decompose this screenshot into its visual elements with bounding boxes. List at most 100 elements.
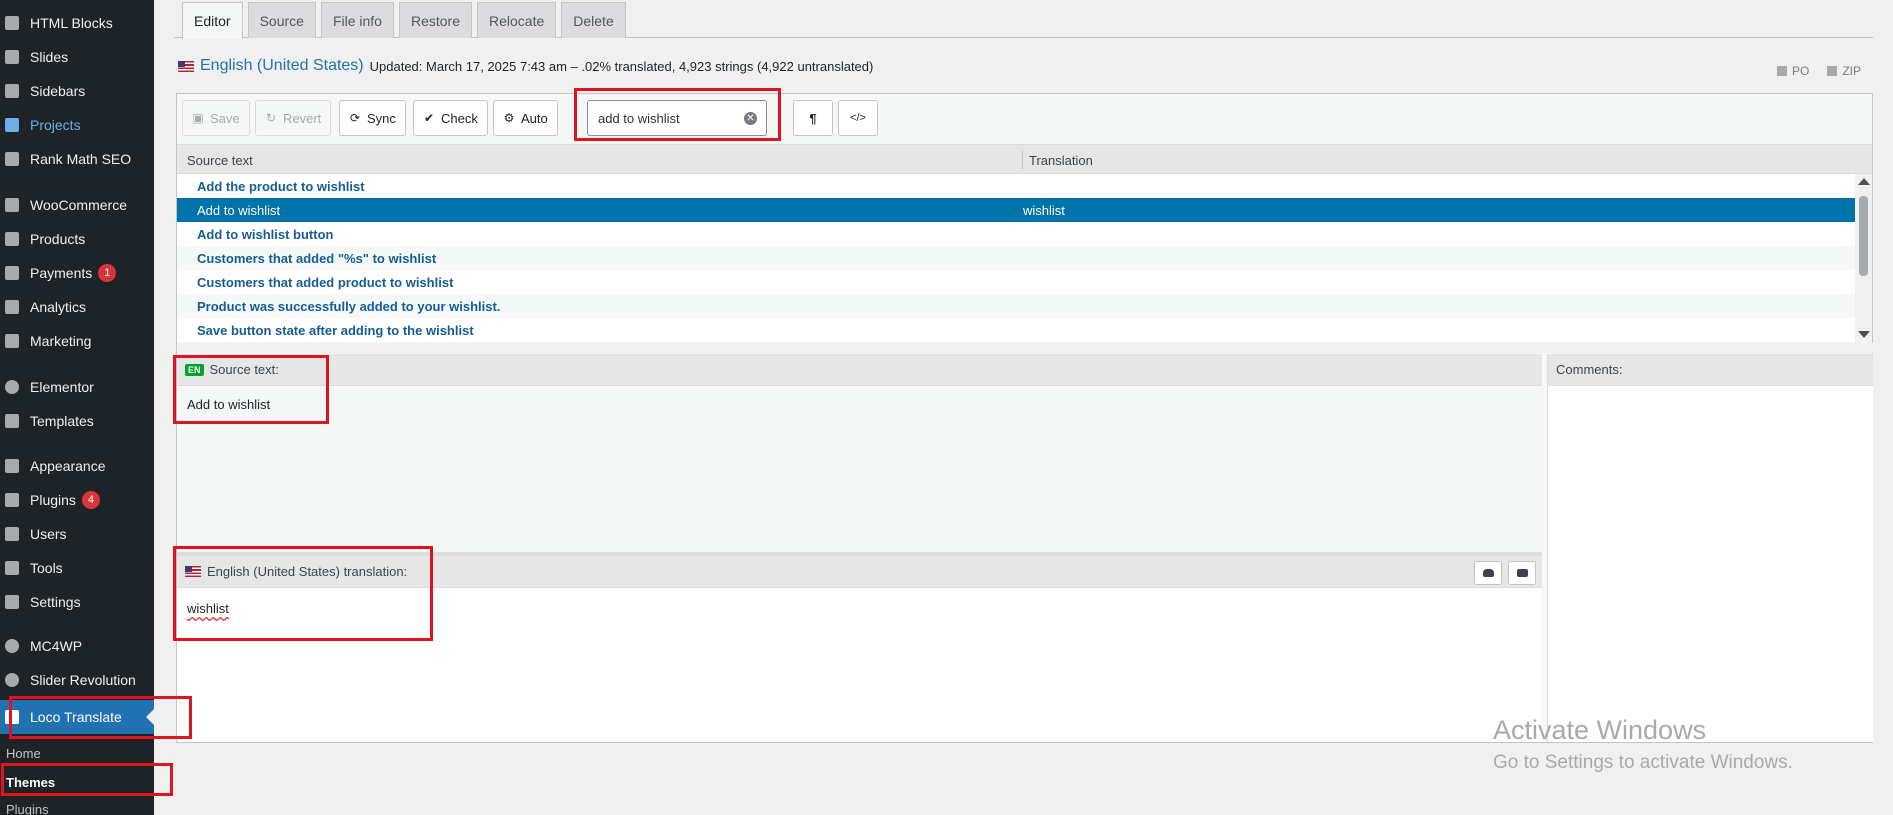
save-icon: ▣ <box>192 111 204 125</box>
submenu-item-themes[interactable]: Themes <box>6 775 55 790</box>
us-flag-icon <box>178 60 194 72</box>
sidebar-item-label: Tools <box>30 560 63 576</box>
settings-icon <box>5 595 19 609</box>
translation-textarea[interactable]: wishlist <box>187 601 229 616</box>
analytics-icon <box>5 300 19 314</box>
download-links: PO ZIP <box>1776 64 1861 78</box>
toggle-code-view-button[interactable]: </> <box>838 100 878 136</box>
string-list-scrollbar[interactable] <box>1855 174 1872 342</box>
scroll-up-arrow-icon[interactable] <box>1858 178 1870 185</box>
sidebar-item-label: Slides <box>30 49 69 65</box>
filter-input[interactable]: add to wishlist ✕ <box>587 100 767 136</box>
watermark-subtitle: Go to Settings to activate Windows. <box>1493 752 1793 773</box>
string-row-selected[interactable]: Add to wishlist wishlist <box>177 198 1857 222</box>
revert-button[interactable]: ↻ Revert <box>255 100 332 136</box>
rank-math-icon <box>5 152 19 166</box>
string-list-header: Source text Translation <box>177 144 1872 174</box>
sidebar-item-tools[interactable]: Tools <box>0 553 154 583</box>
tab-editor[interactable]: Editor <box>182 2 243 39</box>
sidebar-item-payments[interactable]: Payments 1 <box>0 258 154 288</box>
sidebar-item-analytics[interactable]: Analytics <box>0 292 154 322</box>
sidebar-item-rank-math-seo[interactable]: Rank Math SEO <box>0 144 154 174</box>
string-row[interactable]: Customers that added "%s" to wishlist <box>177 246 1857 270</box>
download-zip-label: ZIP <box>1842 64 1861 78</box>
source-pane-label: Source text: <box>209 362 279 377</box>
sidebar-item-marketing[interactable]: Marketing <box>0 326 154 356</box>
sidebar-item-label: Payments <box>30 265 93 281</box>
sync-icon: ⟳ <box>349 111 361 125</box>
row-source: Customers that added "%s" to wishlist <box>197 251 437 266</box>
sidebar-item-products[interactable]: Products <box>0 224 154 254</box>
sidebar-item-label: Appearance <box>30 458 106 474</box>
sidebar-item-label: Templates <box>30 413 94 429</box>
mc4wp-icon <box>5 639 19 653</box>
sidebar-item-label: Projects <box>30 117 81 133</box>
appearance-icon <box>5 459 19 473</box>
sync-button[interactable]: ⟳ Sync <box>339 100 406 136</box>
sidebar-item-label: Analytics <box>30 299 87 315</box>
submenu-item-plugins[interactable]: Plugins <box>6 802 49 815</box>
slides-icon <box>5 50 19 64</box>
sidebar-item-label: Loco Translate <box>30 709 122 725</box>
tab-delete[interactable]: Delete <box>561 2 626 38</box>
comments-pane: Comments: <box>1547 354 1873 742</box>
list-resize-handle[interactable] <box>177 343 1874 353</box>
check-icon: ✔ <box>423 111 435 125</box>
sidebar-item-appearance[interactable]: Appearance <box>0 451 154 481</box>
row-source: Add the product to wishlist <box>197 179 365 194</box>
sidebar-item-slider-revolution[interactable]: Slider Revolution <box>0 665 154 695</box>
sidebar-item-settings[interactable]: Settings <box>0 587 154 617</box>
sidebar-item-slides[interactable]: Slides <box>0 42 154 72</box>
string-row[interactable]: Add the product to wishlist <box>177 174 1857 198</box>
sidebar-item-mc4wp[interactable]: MC4WP <box>0 631 154 661</box>
source-pane-header: EN Source text: <box>177 354 1542 386</box>
sidebar-item-loco-translate[interactable]: Loco Translate <box>0 700 154 734</box>
sidebar-item-woocommerce[interactable]: WooCommerce <box>0 190 154 220</box>
tab-relocate[interactable]: Relocate <box>477 2 557 38</box>
auto-translate-button[interactable]: ⚙ Auto <box>493 100 558 136</box>
auto-suggest-button[interactable] <box>1508 561 1536 585</box>
cloud-icon <box>1482 569 1494 577</box>
row-source: Add to wishlist <box>197 203 281 218</box>
sidebar-item-label: Slider Revolution <box>30 672 136 688</box>
download-po-link[interactable]: PO <box>1776 64 1809 78</box>
row-source: Product was successfully added to your w… <box>197 299 501 314</box>
column-header-source[interactable]: Source text <box>187 153 253 168</box>
sidebar-item-projects[interactable]: Projects <box>0 110 154 140</box>
column-divider[interactable] <box>1022 151 1023 169</box>
column-header-translation[interactable]: Translation <box>1029 153 1093 168</box>
cloud-suggest-button[interactable] <box>1474 561 1502 585</box>
sidebar-item-users[interactable]: Users <box>0 519 154 549</box>
sidebar-item-html-blocks[interactable]: HTML Blocks <box>0 8 154 38</box>
submenu-item-home[interactable]: Home <box>6 746 41 761</box>
sidebar-item-label: WooCommerce <box>30 197 127 213</box>
products-icon <box>5 232 19 246</box>
sidebar-item-plugins[interactable]: Plugins 4 <box>0 485 154 515</box>
scroll-thumb[interactable] <box>1859 196 1868 276</box>
tab-source[interactable]: Source <box>247 2 316 38</box>
string-row[interactable]: Add to wishlist button <box>177 222 1857 246</box>
locale-name-link[interactable]: English (United States) <box>200 57 364 75</box>
editor-tabs: Editor Source File info Restore Relocate… <box>182 2 626 39</box>
string-row[interactable]: Product was successfully added to your w… <box>177 294 1857 318</box>
tab-file-info[interactable]: File info <box>320 2 394 38</box>
download-zip-link[interactable]: ZIP <box>1827 64 1861 78</box>
comments-pane-header: Comments: <box>1548 354 1873 386</box>
toggle-invisibles-button[interactable]: ¶ <box>793 100 833 136</box>
sidebar-item-label: MC4WP <box>30 638 83 654</box>
auto-label: Auto <box>521 110 548 126</box>
slider-revolution-icon <box>5 673 19 687</box>
string-row[interactable]: Save button state after adding to the wi… <box>177 318 1857 342</box>
plugins-icon <box>5 493 19 507</box>
tab-restore[interactable]: Restore <box>398 2 472 38</box>
sidebar-item-sidebars[interactable]: Sidebars <box>0 76 154 106</box>
string-row[interactable]: Customers that added product to wishlist <box>177 270 1857 294</box>
save-button[interactable]: ▣ Save <box>182 100 250 136</box>
scroll-down-arrow-icon[interactable] <box>1858 331 1870 338</box>
check-button[interactable]: ✔ Check <box>413 100 488 136</box>
sidebar-item-templates[interactable]: Templates <box>0 406 154 436</box>
clear-filter-icon[interactable]: ✕ <box>744 112 757 125</box>
windows-activation-watermark: Activate Windows Go to Settings to activ… <box>1493 715 1793 774</box>
sidebar-item-label: Sidebars <box>30 83 86 99</box>
sidebar-item-elementor[interactable]: Elementor <box>0 372 154 402</box>
